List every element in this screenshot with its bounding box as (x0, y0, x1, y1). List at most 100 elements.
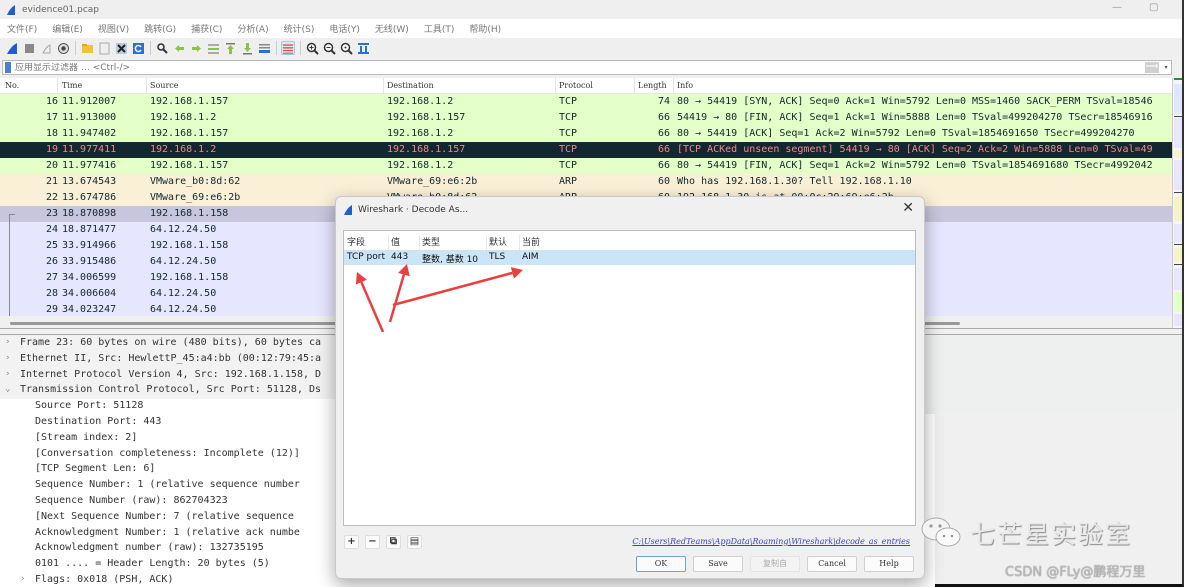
back-arrow-icon[interactable] (172, 41, 186, 55)
column-divider[interactable] (673, 78, 674, 94)
column-header-info[interactable]: Info (677, 81, 693, 90)
collapsed-chevron-icon[interactable]: › (20, 574, 25, 584)
menu-view[interactable]: 视图(V) (98, 22, 129, 35)
detail-tree-item[interactable]: › Flags: 0x018 (PSH, ACK) (0, 573, 335, 587)
detail-tree-item[interactable]: 0101 .... = Header Length: 20 bytes (5) (0, 557, 335, 573)
column-header-protocol[interactable]: Protocol (559, 81, 593, 90)
detail-tree-item[interactable]: › Internet Protocol Version 4, Src: 192.1… (0, 367, 335, 384)
packet-row[interactable]: 16 11.912007 192.168.1.157 192.168.1.2 TCP 74… (0, 94, 1172, 110)
menu-statistics[interactable]: 统计(S) (284, 22, 315, 35)
menu-go[interactable]: 跳转(G) (144, 22, 176, 35)
collapsed-chevron-icon[interactable]: › (5, 337, 10, 347)
menu-capture[interactable]: 捕获(C) (191, 22, 222, 35)
find-icon[interactable] (155, 41, 169, 55)
menu-telephony[interactable]: 电话(Y) (329, 22, 360, 35)
detail-tree-item[interactable]: Source Port: 51128 (0, 399, 335, 415)
column-header-destination[interactable]: Destination (387, 81, 434, 90)
packet-row[interactable]: 21 13.674543 VMware_b0:8d:62 VMware_69:e6:2… (0, 174, 1172, 190)
options-gear-icon[interactable] (56, 41, 70, 55)
close-icon[interactable]: ✕ (902, 200, 914, 216)
apply-filter-arrow-icon[interactable]: ⟹ (1145, 62, 1159, 73)
collapsed-chevron-icon[interactable]: › (5, 369, 10, 379)
close-file-icon[interactable] (114, 41, 128, 55)
detail-tree-item[interactable]: [Next Sequence Number: 7 (relative seque… (0, 510, 335, 526)
clear-entries-button[interactable]: ▤ (407, 535, 422, 549)
save-file-icon[interactable] (97, 41, 111, 55)
column-header-field[interactable]: 字段 (347, 235, 365, 248)
csdn-credit: CSDN @FLy@鹏程万里 (1005, 565, 1146, 580)
first-packet-icon[interactable] (223, 41, 237, 55)
packet-row[interactable]: 17 11.913000 192.168.1.2 192.168.1.157 TCP 66… (0, 110, 1172, 126)
filter-bookmark-icon[interactable] (5, 62, 11, 73)
column-header-time[interactable]: Time (62, 81, 82, 90)
detail-tree-item[interactable]: Destination Port: 443 (0, 415, 335, 431)
menu-file[interactable]: 文件(F) (7, 22, 37, 35)
packet-list-scrollbar[interactable] (1172, 78, 1182, 328)
autoscroll-icon[interactable] (257, 41, 271, 55)
stop-icon[interactable] (22, 41, 36, 55)
forward-arrow-icon[interactable] (189, 41, 203, 55)
decode-as-entry-row[interactable]: TCP port 443 整数, 基数 10 TLS AIM (344, 250, 915, 265)
entry-current[interactable]: AIM (522, 252, 539, 262)
packet-row[interactable]: 20 11.977416 192.168.1.157 192.168.1.2 TCP 66… (0, 158, 1172, 174)
entry-value[interactable]: 443 (391, 252, 408, 262)
detail-tree-item[interactable]: [TCP Segment Len: 6] (0, 462, 335, 478)
column-header-type[interactable]: 类型 (422, 235, 440, 248)
menu-tools[interactable]: 工具(T) (424, 22, 455, 35)
save-button[interactable]: Save (693, 556, 743, 572)
detail-tree-item[interactable]: › Ethernet II, Src: HewlettP_45:a4:bb (00… (0, 351, 335, 368)
menu-help[interactable]: 帮助(H) (469, 22, 501, 35)
menu-analyze[interactable]: 分析(A) (237, 22, 268, 35)
column-header-default[interactable]: 默认 (489, 235, 507, 248)
reload-icon[interactable] (131, 41, 145, 55)
entry-field[interactable]: TCP port (347, 252, 385, 262)
toolbar-separator (300, 41, 301, 55)
help-button[interactable]: Help (864, 556, 914, 572)
remove-entry-button[interactable]: − (365, 535, 380, 549)
colorize-icon[interactable] (281, 41, 295, 55)
menu-wireless[interactable]: 无线(W) (375, 22, 409, 35)
open-folder-icon[interactable] (80, 41, 94, 55)
column-divider[interactable] (57, 78, 58, 94)
expanded-chevron-icon[interactable]: ⌄ (5, 384, 10, 394)
packet-row[interactable]: 18 11.947402 192.168.1.157 192.168.1.2 TCP 66… (0, 126, 1172, 142)
packet-row[interactable]: 19 11.977411 192.168.1.2 192.168.1.157 TCP 66… (0, 142, 1172, 158)
detail-tree-item[interactable]: Sequence Number (raw): 862704323 (0, 494, 335, 510)
detail-tree-item[interactable]: Sequence Number: 1 (relative sequence nu… (0, 478, 335, 494)
minimize-button[interactable]: — (1112, 2, 1122, 13)
menu-edit[interactable]: 编辑(E) (52, 22, 83, 35)
detail-tree-item[interactable]: [Stream index: 2] (0, 431, 335, 447)
column-header-value[interactable]: 值 (391, 235, 400, 248)
zoom-out-icon[interactable] (322, 41, 336, 55)
column-divider[interactable] (555, 78, 556, 94)
column-header-current[interactable]: 当前 (522, 235, 540, 248)
detail-tree-item[interactable]: ⌄ Transmission Control Protocol, Src Port… (0, 383, 335, 400)
zoom-normal-icon[interactable] (339, 41, 353, 55)
cancel-button[interactable]: Cancel (807, 556, 857, 572)
add-entry-button[interactable]: + (344, 535, 359, 549)
resize-columns-icon[interactable] (356, 41, 370, 55)
copy-from-button[interactable]: 复制自 (750, 556, 800, 572)
decode-as-entries-path-link[interactable]: C:\Users\RedTeams\AppData\Roaming\Wiresh… (632, 537, 910, 546)
column-header-no[interactable]: No. (5, 81, 19, 90)
column-divider[interactable] (383, 78, 384, 94)
collapsed-chevron-icon[interactable]: › (5, 353, 10, 363)
zoom-in-icon[interactable] (305, 41, 319, 55)
detail-tree-item[interactable]: › Frame 23: 60 bytes on wire (480 bits), … (0, 336, 335, 352)
goto-packet-icon[interactable] (206, 41, 220, 55)
shark-start-icon[interactable] (5, 41, 19, 55)
last-packet-icon[interactable] (240, 41, 254, 55)
column-divider[interactable] (146, 78, 147, 94)
detail-tree-item[interactable]: Acknowledgment number (raw): 132735195 (0, 541, 335, 557)
detail-tree-item[interactable]: Acknowledgment Number: 1 (relative ack n… (0, 526, 335, 542)
display-filter-input[interactable] (15, 62, 1145, 73)
restart-icon[interactable] (39, 41, 53, 55)
copy-entry-button[interactable]: ⧉ (386, 535, 401, 549)
maximize-button[interactable]: ▢ (1149, 2, 1158, 13)
column-divider[interactable] (634, 78, 635, 94)
column-header-length[interactable]: Length (638, 81, 667, 90)
filter-dropdown-icon[interactable]: ▾ (1161, 64, 1171, 71)
detail-tree-item[interactable]: [Conversation completeness: Incomplete (… (0, 447, 335, 463)
ok-button[interactable]: OK (636, 556, 686, 572)
column-header-source[interactable]: Source (150, 81, 179, 90)
